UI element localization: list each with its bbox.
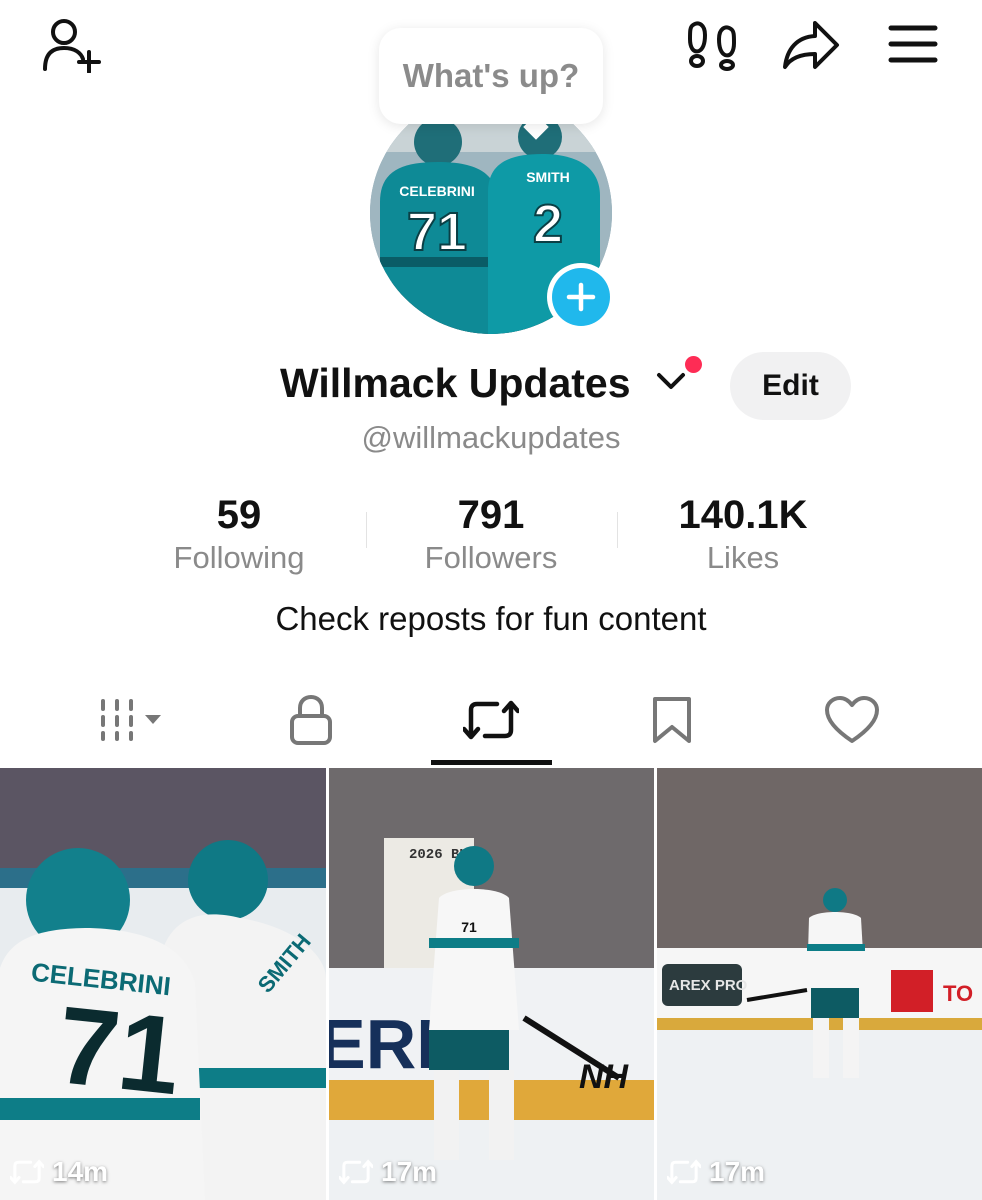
repost-time: 17m [381, 1156, 438, 1187]
display-name[interactable]: Willmack Updates [280, 360, 631, 407]
stat-value: 140.1K [678, 493, 808, 537]
thumbnail-image: 2026 BUCK ERD NH 71 [329, 768, 654, 1200]
tab-favorites[interactable] [617, 680, 727, 760]
tab-videos[interactable] [80, 680, 190, 760]
stat-label: Following [173, 540, 305, 575]
story-prompt-bubble[interactable]: What's up? [379, 28, 603, 124]
sponsor-board-text: TO [943, 981, 973, 1006]
lock-icon [290, 694, 332, 745]
name-row: Willmack Updates Edit [0, 352, 982, 422]
stat-following[interactable]: 59 Following [129, 490, 349, 576]
add-friend-button[interactable] [38, 14, 104, 74]
repost-icon [667, 1159, 701, 1185]
stat-likes[interactable]: 140.1K Likes [633, 490, 853, 576]
notification-dot [685, 356, 702, 373]
avatar-jersey-left-number: 71 [407, 202, 467, 262]
footprints-icon [687, 21, 737, 71]
stat-divider [617, 512, 618, 548]
share-icon [783, 21, 839, 69]
jersey-number-text: 71 [52, 983, 187, 1118]
repost-time-overlay: 17m [339, 1156, 437, 1188]
stat-followers[interactable]: 791 Followers [381, 490, 601, 576]
stat-value: 791 [457, 493, 525, 537]
avatar-jersey-right-name: SMITH [526, 169, 570, 185]
account-switch-chevron-icon[interactable] [656, 370, 686, 392]
edit-profile-button[interactable]: Edit [730, 352, 851, 420]
avatar-jersey-right-number: 2 [533, 194, 563, 254]
repost-icon [10, 1159, 44, 1185]
stat-label: Followers [424, 540, 558, 575]
thumbnail-image: AREX PRO TO [657, 768, 982, 1200]
avatar-jersey-left-name: CELEBRINI [399, 183, 474, 199]
menu-button[interactable] [886, 20, 940, 68]
repost-time: 14m [52, 1156, 109, 1187]
stat-divider [366, 512, 367, 548]
jersey-number-text: 71 [461, 919, 477, 935]
add-story-button[interactable] [547, 263, 615, 331]
video-thumbnail[interactable]: CELEBRINI 71 SMITH 14m [0, 768, 326, 1200]
repost-time-overlay: 14m [10, 1156, 108, 1188]
heart-icon [825, 696, 879, 743]
content-tabs [0, 680, 982, 768]
video-thumbnail[interactable]: AREX PRO TO 17m [657, 768, 982, 1200]
repost-icon [339, 1159, 373, 1185]
tab-private[interactable] [256, 680, 366, 760]
menu-icon [888, 25, 938, 63]
thumbnail-image: CELEBRINI 71 SMITH [0, 768, 326, 1200]
profile-bio: Check reposts for fun content [275, 600, 707, 637]
repost-icon [463, 700, 519, 740]
profile-stats: 59 Following 791 Followers 140.1K Likes [0, 490, 982, 585]
profile-views-button[interactable] [684, 18, 740, 72]
repost-time: 17m [709, 1156, 766, 1187]
bookmark-icon [653, 697, 691, 743]
share-button[interactable] [780, 18, 842, 72]
stat-value: 59 [216, 493, 262, 537]
videos-grid-icon [101, 699, 161, 741]
add-friend-icon [43, 19, 101, 73]
username-handle: @willmackupdates [361, 420, 621, 455]
active-tab-indicator [431, 760, 552, 765]
tab-liked[interactable] [797, 680, 907, 760]
tab-reposts[interactable] [436, 680, 546, 760]
repost-time-overlay: 17m [667, 1156, 765, 1188]
league-logo-text: NH [579, 1058, 630, 1096]
video-grid: CELEBRINI 71 SMITH 14m 2026 BUCK ERD NH [0, 768, 982, 1200]
plus-icon [566, 282, 596, 312]
video-thumbnail[interactable]: 2026 BUCK ERD NH 71 17m [329, 768, 654, 1200]
stat-label: Likes [706, 540, 780, 575]
rink-board-text: AREX PRO [669, 977, 748, 994]
